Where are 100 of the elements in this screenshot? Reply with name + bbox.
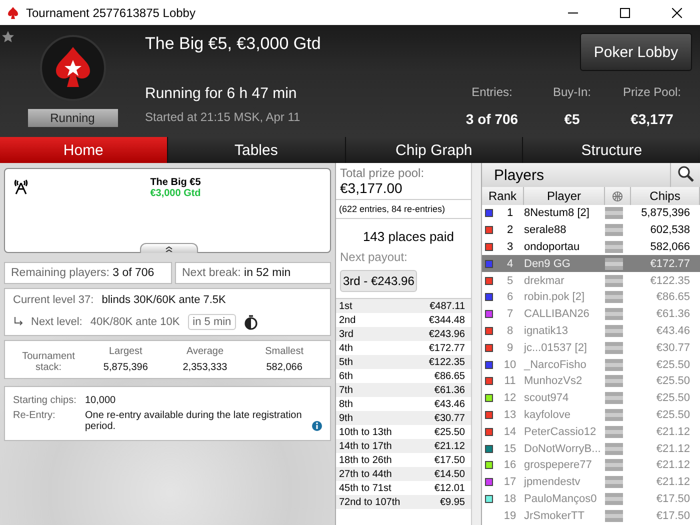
flag-icon (605, 207, 623, 220)
flag-icon (605, 408, 623, 421)
rank-cell-text: 7 (506, 308, 514, 320)
info-icon[interactable] (312, 421, 322, 431)
flag-icon (605, 392, 623, 404)
stack-heading: Average (185, 346, 225, 357)
payout-place: 10th to 13th (339, 426, 392, 438)
stat-label: Buy-In: (552, 85, 591, 99)
rank-cell-text: 2 (506, 224, 514, 236)
stat-value: €3,177 (630, 111, 674, 127)
payout-place: 72nd to 107th (339, 496, 400, 508)
chips-cell-text: €21.12 (655, 459, 690, 472)
player-cell-text: ondoportau (524, 240, 581, 253)
flag-icon (605, 240, 623, 253)
player-cell-text: Den9 GG (524, 258, 572, 270)
flag-icon (605, 492, 623, 505)
player-cell-text: ignatik13 (524, 324, 570, 337)
chips-cell-text: €25.50 (655, 408, 690, 421)
flag-icon (605, 291, 623, 304)
info-label: Starting chips: (13, 395, 78, 406)
player-cell-text: CALLIBAN26 (524, 308, 590, 320)
flag-icon (605, 459, 623, 472)
flag-icon (605, 308, 623, 320)
player-cell-text: 8Nestum8 [2] (524, 207, 590, 220)
card-title: The Big €5 (150, 177, 201, 188)
tab[interactable]: Chip Graph (346, 137, 522, 163)
rank-cell-text: 17 (502, 476, 518, 488)
break-label: Next break: (182, 267, 241, 279)
player-cell-text: jpmendestv (524, 476, 582, 488)
rank-cell-text: 13 (502, 408, 518, 421)
payout-place: 7th (339, 384, 353, 396)
break-value: in 52 min (244, 267, 291, 279)
chips-cell-text: 582,066 (649, 240, 690, 253)
payout-place: 18th to 26th (339, 454, 392, 466)
tab[interactable]: Home (0, 137, 167, 163)
antenna-icon (13, 177, 29, 195)
rank-cell-text: 15 (502, 442, 518, 455)
next-payout-label: Next payout: (340, 250, 408, 264)
remaining-value: 3 of 706 (112, 267, 154, 279)
info-value: One re-entry available during the late registration period. (85, 410, 303, 432)
level-value: blinds 30K/60K ante 7.5K (102, 294, 226, 306)
start-time: Started at 21:15 MSK, Apr 11 (145, 110, 302, 124)
rank-cell-text: 10 (502, 358, 518, 371)
spade-logo-icon (40, 35, 106, 101)
payout-amount: €9.95 (440, 496, 465, 508)
player-cell-text: kayfolove (524, 408, 572, 421)
player-cell-text: DoNotWorryB... (524, 442, 602, 455)
payout-place: 4th (339, 342, 353, 354)
star-icon[interactable] (1, 30, 15, 44)
player-cell-text: MunhozVs2 (524, 375, 584, 388)
poker-lobby-button[interactable]: Poker Lobby (580, 33, 692, 71)
collapse-button[interactable] (140, 243, 198, 253)
players-title: Players (494, 166, 544, 184)
next-level-label: Next level: (31, 316, 82, 328)
chips-cell-text: €21.12 (655, 476, 690, 488)
payout-place: 2nd (339, 314, 356, 326)
card-subtitle: €3,000 Gtd (150, 188, 201, 199)
next-level-time: in 5 min (188, 314, 236, 330)
chips-cell-text: €25.50 (655, 392, 690, 404)
tournament-title: The Big €5, €3,000 Gtd (145, 34, 322, 54)
player-cell-text: _NarcoFisho (524, 358, 588, 371)
status-ribbon: Running (28, 109, 118, 127)
stack-heading: Largest (108, 346, 144, 357)
level-label: Current level 37: (13, 294, 94, 306)
window-title: Tournament 2577613875 Lobby (26, 6, 196, 20)
rank-cell-text: 3 (506, 240, 514, 253)
rank-cell-text: 12 (502, 392, 518, 404)
flag-icon (605, 358, 623, 371)
rank-cell-text: 16 (502, 459, 518, 472)
payout-place: 6th (339, 370, 353, 382)
rank-cell-text: 4 (506, 258, 514, 270)
spade-icon (6, 6, 20, 20)
stack-label: Tournament stack: (21, 351, 76, 373)
stat-label: Entries: (472, 85, 512, 99)
tab[interactable]: Structure (523, 137, 700, 163)
chips-cell-text: €21.12 (655, 426, 690, 438)
stat-value: 3 of 706 (466, 111, 518, 127)
payout-amount: €17.50 (434, 454, 465, 466)
rank-cell-text: 18 (502, 492, 518, 505)
arrow-icon (13, 317, 23, 327)
rank-cell-text: 6 (506, 291, 514, 304)
chips-cell-text: €172.77 (649, 258, 690, 270)
payout-amount: €86.65 (434, 370, 465, 382)
chips-cell-text: 602,538 (649, 224, 690, 236)
total-prize-value: €3,177.00 (340, 180, 404, 196)
payout-amount: €12.01 (434, 482, 465, 494)
payout-amount: €122.35 (428, 356, 465, 368)
globe-icon[interactable] (612, 190, 623, 202)
stack-value: 2,353,333 (182, 362, 228, 373)
payout-place: 9th (339, 412, 353, 424)
close-icon (672, 8, 682, 18)
player-cell-text: PauloManços0 (524, 492, 598, 505)
flag-icon (605, 426, 623, 438)
scrollbar[interactable] (471, 163, 481, 525)
next-level-value: 40K/80K ante 10K (90, 316, 180, 328)
flag-icon (605, 342, 623, 354)
flag-icon (605, 510, 623, 522)
player-cell-text: JrSmokerTT (524, 510, 586, 522)
tab[interactable]: Tables (168, 137, 345, 163)
total-prize-label: Total prize pool: (340, 166, 426, 180)
